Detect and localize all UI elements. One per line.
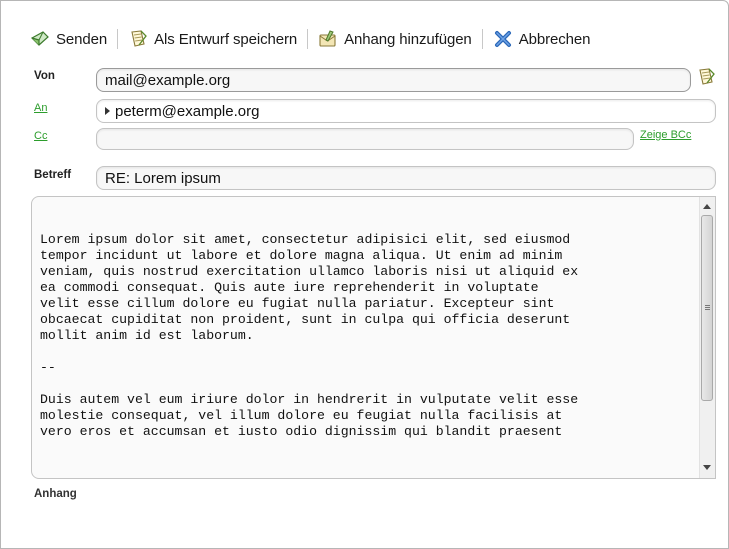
note-icon xyxy=(128,29,148,49)
attachment-icon xyxy=(318,29,338,49)
cc-label-link[interactable]: Cc xyxy=(34,130,47,142)
message-body-text: Lorem ipsum dolor sit amet, consectetur … xyxy=(40,232,579,439)
scrollbar-thumb[interactable] xyxy=(701,215,713,401)
toolbar-divider xyxy=(307,29,309,49)
save-draft-label: Als Entwurf speichern xyxy=(154,30,298,48)
address-book-icon[interactable] xyxy=(696,67,716,87)
send-button[interactable]: Senden xyxy=(30,27,107,51)
from-select[interactable]: mail@example.org xyxy=(96,68,691,92)
to-label-link[interactable]: An xyxy=(34,102,47,114)
scroll-down-arrow-icon[interactable] xyxy=(703,465,711,470)
grip-line xyxy=(705,309,710,310)
cc-input[interactable] xyxy=(96,128,634,150)
add-attachment-label: Anhang hinzufügen xyxy=(344,30,472,48)
grip-line xyxy=(705,307,710,308)
send-button-label: Senden xyxy=(56,30,108,48)
save-draft-button[interactable]: Als Entwurf speichern xyxy=(128,27,297,51)
subject-label: Betreff xyxy=(34,169,72,181)
send-icon xyxy=(30,29,50,49)
scroll-up-arrow-icon[interactable] xyxy=(703,204,711,209)
add-attachment-button[interactable]: Anhang hinzufügen xyxy=(318,27,472,51)
expand-arrow-icon[interactable] xyxy=(105,107,110,115)
from-value: mail@example.org xyxy=(105,71,231,89)
compose-window: Senden Als Entwurf speichern Anhang hinz… xyxy=(0,0,729,549)
grip-line xyxy=(705,305,710,306)
to-field[interactable]: peterm@example.org xyxy=(96,99,716,123)
subject-input[interactable]: RE: Lorem ipsum xyxy=(96,166,716,190)
vertical-scrollbar[interactable] xyxy=(699,197,715,478)
cross-icon xyxy=(493,29,513,49)
from-label: Von xyxy=(34,70,55,82)
toolbar-divider xyxy=(117,29,119,49)
cancel-button-label: Abbrechen xyxy=(518,30,591,48)
toolbar: Senden Als Entwurf speichern Anhang hinz… xyxy=(30,27,590,51)
to-value: peterm@example.org xyxy=(115,102,260,120)
toolbar-divider xyxy=(481,29,483,49)
cancel-button[interactable]: Abbrechen xyxy=(493,27,591,51)
attachments-label: Anhang xyxy=(34,488,77,500)
subject-value: RE: Lorem ipsum xyxy=(105,169,221,187)
message-body-editor[interactable]: Lorem ipsum dolor sit amet, consectetur … xyxy=(31,196,716,479)
show-bcc-link[interactable]: Zeige BCc xyxy=(640,129,691,141)
